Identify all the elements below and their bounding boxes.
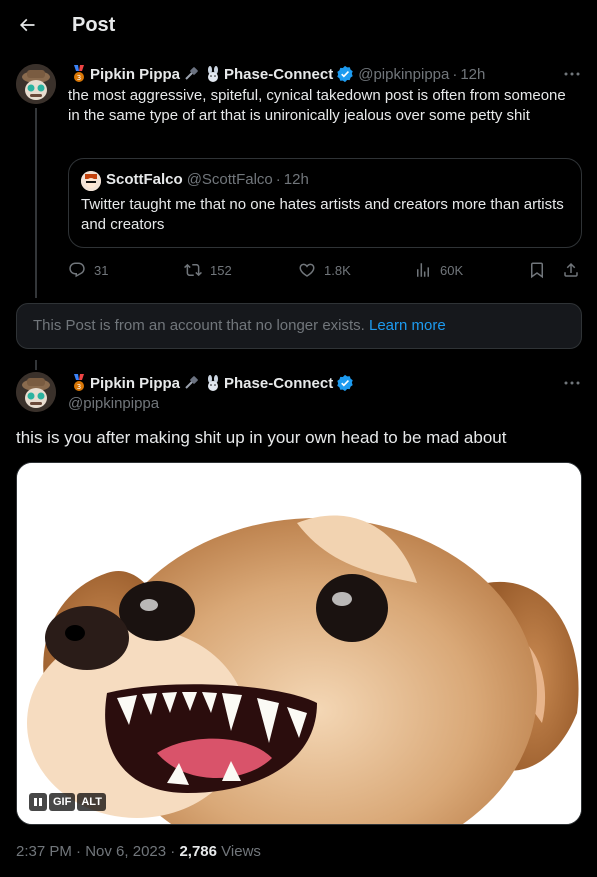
medal-icon: 3 (70, 374, 88, 392)
chihuahua-gif-image (17, 463, 581, 824)
quoted-post[interactable]: ScottFalco @ScottFalco · 12h Twitter tau… (68, 158, 582, 248)
post-meta: 2:37 PM · Nov 6, 2023 · 2,786 Views (16, 843, 261, 860)
quote-avatar-image (81, 171, 101, 191)
main-avatar[interactable] (16, 372, 56, 412)
quote-time: 12h (283, 171, 309, 188)
affiliation-name[interactable]: Phase-Connect (224, 375, 333, 392)
display-name[interactable]: Pipkin Pippa (90, 66, 180, 83)
views-label: Views (221, 843, 261, 860)
back-button[interactable] (10, 8, 44, 42)
main-post-header: 3 Pipkin Pippa Phase-Connect (68, 373, 354, 393)
thread-line-connector (35, 360, 37, 370)
quote-display-name: ScottFalco (106, 171, 183, 188)
quote-header: ScottFalco @ScottFalco · 12h (106, 171, 309, 188)
pause-icon (34, 798, 42, 806)
main-post-text: this is you after making shit up in your… (16, 428, 507, 447)
rabbit-icon (204, 65, 222, 83)
repost-icon (184, 263, 202, 277)
display-name[interactable]: Pipkin Pippa (90, 375, 180, 392)
avatar-image (16, 64, 56, 104)
reply-button[interactable]: 31 (68, 258, 108, 282)
reply-icon (69, 262, 85, 278)
views-count: 60K (440, 262, 464, 278)
more-options-button[interactable] (562, 64, 582, 84)
post-header: 3 Pipkin Pippa Phase-Connect @pipkinpipp… (68, 64, 485, 84)
main-handle-row: @pipkinpippa (68, 393, 159, 413)
like-button[interactable]: 1.8K (298, 258, 351, 282)
quote-text: Twitter taught me that no one hates arti… (81, 196, 564, 233)
quote-avatar (81, 171, 101, 191)
gif-controls: GIF ALT (29, 793, 106, 811)
repost-button[interactable]: 152 (184, 258, 232, 282)
gif-badge: GIF (49, 793, 76, 811)
alt-text-button[interactable]: ALT (77, 793, 106, 811)
quote-separator: · (275, 171, 281, 188)
post-time[interactable]: 2:37 PM (16, 843, 72, 860)
handle[interactable]: @pipkinpippa (358, 66, 449, 83)
page-title: Post (72, 14, 116, 36)
bookmark-button[interactable] (528, 258, 554, 282)
post-text: the most aggressive, spiteful, cynical t… (68, 87, 566, 124)
deleted-account-notice: This Post is from an account that no lon… (16, 303, 582, 349)
heart-icon (299, 263, 315, 277)
share-button[interactable] (562, 258, 588, 282)
separator: · (76, 843, 82, 860)
analytics-icon (417, 263, 429, 277)
affiliation-name[interactable]: Phase-Connect (224, 66, 333, 83)
post-date[interactable]: Nov 6, 2023 (85, 843, 166, 860)
handle[interactable]: @pipkinpippa (68, 395, 159, 412)
svg-text:3: 3 (77, 383, 81, 391)
pause-button[interactable] (29, 793, 47, 811)
avatar[interactable] (16, 64, 56, 104)
plug-icon (182, 374, 200, 392)
post-time[interactable]: 12h (460, 66, 485, 83)
repost-count: 152 (210, 262, 232, 278)
views-button[interactable]: 60K (414, 258, 463, 282)
svg-text:3: 3 (77, 74, 81, 82)
like-count: 1.8K (324, 262, 351, 278)
view-count: 2,786 (179, 843, 217, 860)
avatar-image (16, 372, 56, 412)
medal-icon: 3 (70, 65, 88, 83)
more-icon (564, 381, 580, 385)
learn-more-link[interactable]: Learn more (369, 317, 446, 334)
verified-badge-icon (336, 374, 354, 392)
notice-text: This Post is from an account that no lon… (33, 317, 365, 334)
thread-line (35, 108, 37, 298)
reply-count: 31 (94, 262, 109, 278)
separator: · (452, 65, 458, 83)
verified-badge-icon (336, 65, 354, 83)
separator: · (170, 843, 176, 860)
post-media-gif[interactable]: GIF ALT (16, 462, 582, 825)
plug-icon (182, 65, 200, 83)
action-bar: 31 152 1.8K 60K (68, 258, 582, 282)
top-bar: Post (0, 0, 597, 52)
more-icon (564, 72, 580, 76)
share-icon (564, 262, 578, 277)
arrow-left-icon (19, 18, 35, 32)
quote-handle: @ScottFalco (186, 171, 273, 188)
main-more-options-button[interactable] (562, 373, 582, 393)
rabbit-icon (204, 374, 222, 392)
bookmark-icon (531, 262, 543, 279)
